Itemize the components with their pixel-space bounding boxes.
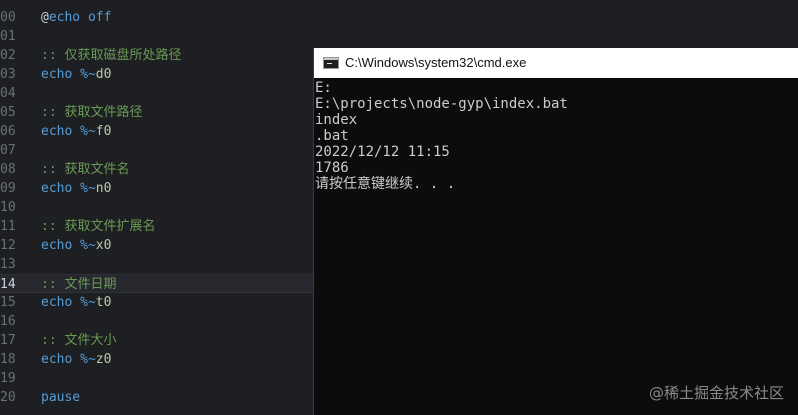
code-text: :: 获取文件名: [41, 160, 129, 179]
code-token: n0: [95, 181, 112, 196]
code-token: echo: [41, 352, 81, 367]
line-number: 14: [0, 277, 16, 292]
line-number: 15: [0, 295, 16, 310]
code-token: %~: [80, 181, 96, 196]
code-text: echo %~z0: [41, 350, 111, 369]
code-text: @echo off: [41, 8, 111, 27]
code-token: f0: [95, 124, 112, 139]
code-line[interactable]: 01: [0, 27, 798, 46]
console-line: E:\projects\node-gyp\index.bat: [315, 96, 568, 112]
code-text: :: 文件日期: [41, 275, 116, 294]
console-line: 请按任意键继续. . .: [315, 176, 456, 192]
code-token: echo: [41, 238, 81, 253]
code-text: pause: [41, 388, 80, 407]
code-token: off: [80, 10, 112, 25]
code-token: d0: [95, 67, 112, 82]
code-token: @: [41, 10, 49, 25]
code-token: echo: [41, 181, 81, 196]
line-number: 19: [0, 371, 16, 386]
cmd-titlebar[interactable]: C:\Windows\system32\cmd.exe: [314, 48, 798, 78]
code-text: :: 文件大小: [41, 331, 116, 350]
line-number: 04: [0, 86, 16, 101]
code-text: :: 获取文件路径: [41, 103, 142, 122]
line-number: 00: [0, 10, 16, 25]
code-token: :: 文件日期: [41, 277, 117, 292]
console-output[interactable]: E: E:\projects\node-gyp\index.bat index .ba…: [314, 78, 798, 415]
console-line: index: [315, 112, 358, 128]
line-number: 11: [0, 219, 16, 234]
code-token: %~: [80, 124, 96, 139]
watermark: @稀土掘金技术社区: [648, 384, 784, 402]
cmd-window[interactable]: C:\Windows\system32\cmd.exe E: E:\project…: [313, 48, 798, 415]
line-number: 01: [0, 29, 16, 44]
code-token: :: 获取文件扩展名: [41, 219, 156, 234]
console-line: 1786: [315, 160, 349, 176]
code-token: %~: [80, 295, 96, 310]
line-number: 06: [0, 124, 16, 139]
code-text: echo %~d0: [41, 65, 111, 84]
code-token: %~: [80, 238, 96, 253]
code-token: echo: [41, 124, 81, 139]
code-text: echo %~n0: [41, 179, 111, 198]
code-token: t0: [95, 295, 112, 310]
code-text: echo %~f0: [41, 122, 111, 141]
code-token: :: 获取文件名: [41, 162, 130, 177]
code-token: :: 文件大小: [41, 333, 117, 348]
console-icon: [323, 57, 339, 69]
code-token: :: 仅获取磁盘所处路径: [41, 48, 182, 63]
line-number: 02: [0, 48, 16, 63]
code-token: z0: [95, 352, 112, 367]
line-number: 08: [0, 162, 16, 177]
line-number: 05: [0, 105, 16, 120]
line-number: 03: [0, 67, 16, 82]
code-token: pause: [41, 390, 81, 405]
line-number: 12: [0, 238, 16, 253]
code-token: echo: [48, 10, 81, 25]
line-number: 07: [0, 143, 16, 158]
code-token: :: 获取文件路径: [41, 105, 143, 120]
line-number: 10: [0, 200, 16, 215]
console-line: E:: [315, 80, 332, 96]
cmd-window-title: C:\Windows\system32\cmd.exe: [345, 55, 527, 70]
code-text: echo %~t0: [41, 293, 111, 312]
line-number: 20: [0, 390, 16, 405]
code-token: echo: [41, 67, 81, 82]
code-token: echo: [41, 295, 81, 310]
line-number: 09: [0, 181, 16, 196]
console-line: 2022/12/12 11:15: [315, 144, 450, 160]
line-number: 18: [0, 352, 16, 367]
code-token: %~: [80, 67, 96, 82]
code-line[interactable]: 00 @echo off: [0, 8, 798, 27]
code-text: echo %~x0: [41, 236, 111, 255]
line-number: 13: [0, 257, 16, 272]
code-text: :: 仅获取磁盘所处路径: [41, 46, 181, 65]
console-line: .bat: [315, 128, 349, 144]
line-number: 16: [0, 314, 16, 329]
code-token: %~: [80, 352, 96, 367]
code-token: x0: [95, 238, 112, 253]
code-text: :: 获取文件扩展名: [41, 217, 155, 236]
line-number: 17: [0, 333, 16, 348]
